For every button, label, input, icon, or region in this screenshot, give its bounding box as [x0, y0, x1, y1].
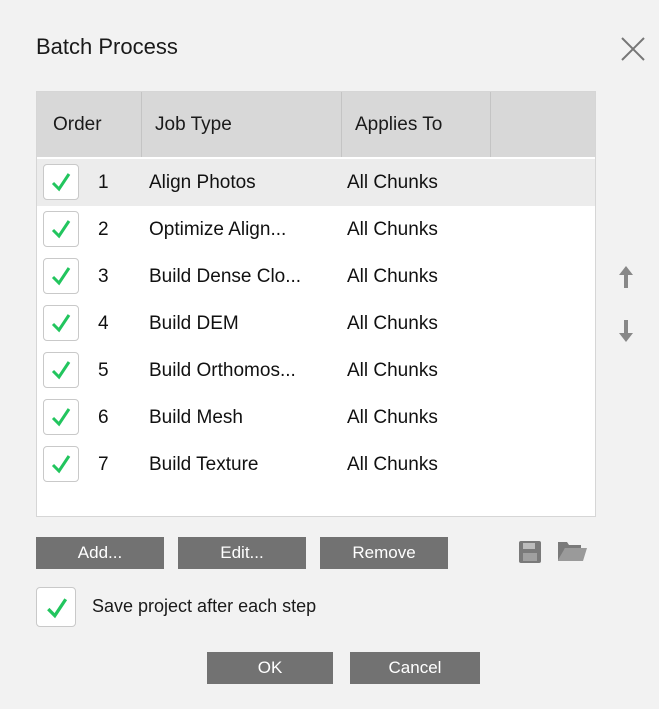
- column-header-order[interactable]: Order: [53, 92, 102, 157]
- job-type-cell: Align Photos: [149, 172, 256, 193]
- row-checkbox[interactable]: [43, 305, 79, 341]
- table-row[interactable]: 6 Build Mesh All Chunks: [37, 394, 595, 441]
- row-checkbox[interactable]: [43, 164, 79, 200]
- order-cell: 4: [98, 313, 109, 334]
- applies-to-cell: All Chunks: [347, 313, 438, 334]
- move-down-button[interactable]: [619, 320, 633, 342]
- check-icon: [51, 173, 71, 192]
- folder-icon: [558, 542, 587, 561]
- column-divider: [490, 92, 491, 157]
- order-cell: 5: [98, 360, 109, 381]
- column-divider: [341, 92, 342, 157]
- arrow-down-icon: [619, 320, 633, 342]
- table-row[interactable]: 4 Build DEM All Chunks: [37, 300, 595, 347]
- row-checkbox[interactable]: [43, 211, 79, 247]
- table-row[interactable]: 1 Align Photos All Chunks: [37, 159, 595, 206]
- applies-to-cell: All Chunks: [347, 360, 438, 381]
- check-icon: [51, 267, 71, 286]
- row-checkbox[interactable]: [43, 258, 79, 294]
- check-icon: [51, 455, 71, 474]
- applies-to-cell: All Chunks: [347, 266, 438, 287]
- edit-button[interactable]: Edit...: [178, 537, 306, 569]
- order-cell: 6: [98, 407, 109, 428]
- check-icon: [51, 314, 71, 333]
- applies-to-cell: All Chunks: [347, 454, 438, 475]
- order-cell: 1: [98, 172, 109, 193]
- applies-to-cell: All Chunks: [347, 407, 438, 428]
- table-row[interactable]: 5 Build Orthomos... All Chunks: [37, 347, 595, 394]
- row-checkbox[interactable]: [43, 446, 79, 482]
- close-icon: [621, 37, 645, 61]
- check-icon: [51, 220, 71, 239]
- table-row[interactable]: 3 Build Dense Clo... All Chunks: [37, 253, 595, 300]
- cancel-button[interactable]: Cancel: [350, 652, 480, 684]
- check-icon: [47, 598, 68, 619]
- check-icon: [51, 408, 71, 427]
- job-type-cell: Build Mesh: [149, 407, 243, 428]
- table-header: Order Job Type Applies To: [37, 92, 595, 157]
- check-icon: [51, 361, 71, 380]
- column-header-applies-to[interactable]: Applies To: [355, 92, 442, 157]
- move-up-button[interactable]: [619, 266, 633, 288]
- remove-button[interactable]: Remove: [320, 537, 448, 569]
- job-type-cell: Optimize Align...: [149, 219, 287, 240]
- table-row[interactable]: 2 Optimize Align... All Chunks: [37, 206, 595, 253]
- close-button[interactable]: [618, 34, 648, 64]
- ok-button[interactable]: OK: [207, 652, 333, 684]
- dialog-title: Batch Process: [36, 34, 178, 59]
- row-checkbox[interactable]: [43, 399, 79, 435]
- row-checkbox[interactable]: [43, 352, 79, 388]
- save-after-each-step-label: Save project after each step: [92, 596, 317, 616]
- job-type-cell: Build Texture: [149, 454, 259, 475]
- open-button[interactable]: [557, 540, 589, 567]
- save-icon: [519, 541, 541, 563]
- order-cell: 2: [98, 219, 109, 240]
- table-row[interactable]: 7 Build Texture All Chunks: [37, 441, 595, 488]
- add-button[interactable]: Add...: [36, 537, 164, 569]
- applies-to-cell: All Chunks: [347, 219, 438, 240]
- order-cell: 7: [98, 454, 109, 475]
- order-cell: 3: [98, 266, 109, 287]
- arrow-up-icon: [619, 266, 633, 288]
- job-type-cell: Build DEM: [149, 313, 239, 334]
- job-table: Order Job Type Applies To 1 Align Photos…: [36, 91, 596, 517]
- save-button[interactable]: [518, 540, 542, 569]
- column-header-job-type[interactable]: Job Type: [155, 92, 232, 157]
- column-divider: [141, 92, 142, 157]
- applies-to-cell: All Chunks: [347, 172, 438, 193]
- save-after-each-step-checkbox[interactable]: [36, 587, 76, 627]
- job-type-cell: Build Orthomos...: [149, 360, 296, 381]
- job-type-cell: Build Dense Clo...: [149, 266, 302, 287]
